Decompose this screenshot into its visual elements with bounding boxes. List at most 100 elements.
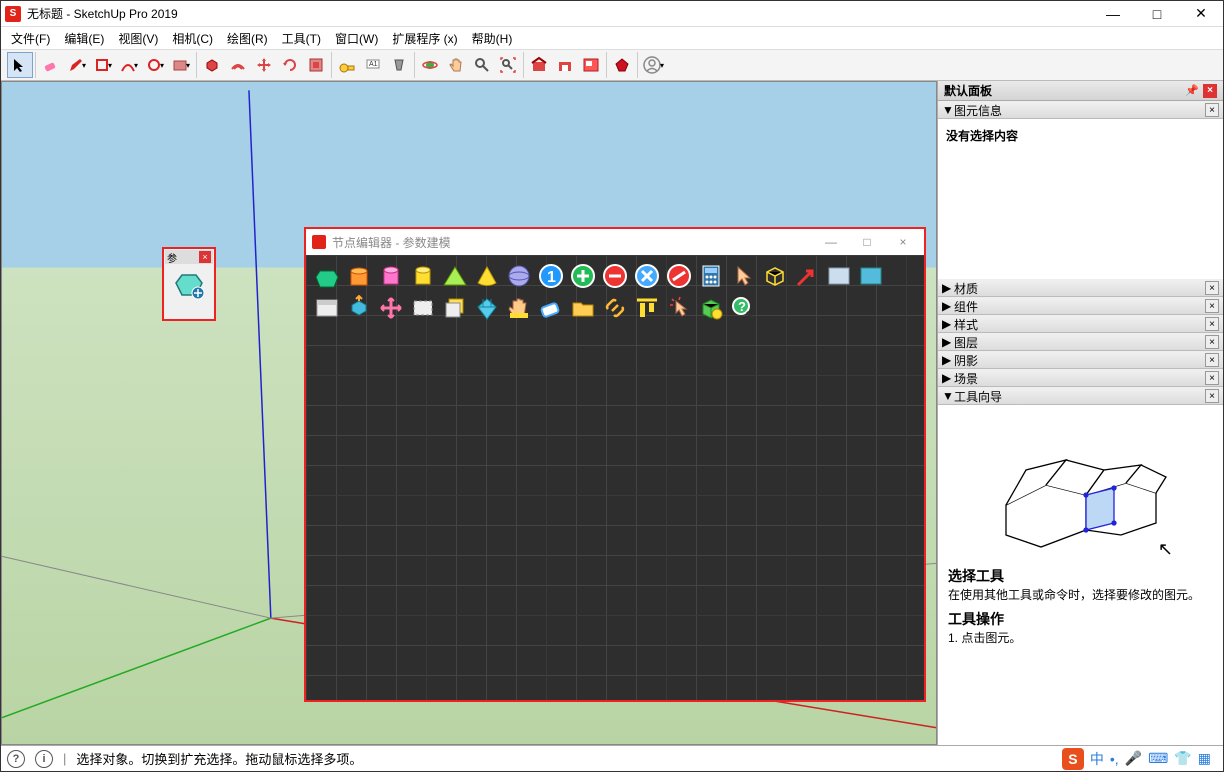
section-layers-header[interactable]: ▶图层× — [938, 333, 1223, 351]
node-multiply-icon[interactable] — [632, 261, 662, 291]
node-cylinder-pink-icon[interactable] — [376, 261, 406, 291]
eraser-tool-button[interactable] — [38, 52, 64, 78]
node-divide-icon[interactable] — [664, 261, 694, 291]
status-info-icon[interactable]: i — [35, 750, 53, 768]
node-wireframe-icon[interactable] — [760, 261, 790, 291]
pushpull-tool-button[interactable] — [199, 52, 225, 78]
section-components-header[interactable]: ▶组件× — [938, 297, 1223, 315]
menu-file[interactable]: 文件(F) — [5, 28, 56, 49]
ime-bar[interactable]: S 中 •, 🎤 ⌨ 👕 ▦ — [1056, 748, 1217, 770]
section-shadows-header[interactable]: ▶阴影× — [938, 351, 1223, 369]
ime-punct-icon[interactable]: •, — [1110, 751, 1119, 767]
node-pointer-icon[interactable] — [728, 261, 758, 291]
ruby-console-button[interactable] — [609, 52, 635, 78]
node-package-icon[interactable] — [696, 293, 726, 323]
status-help-icon[interactable]: ? — [7, 750, 25, 768]
node-panel-icon[interactable] — [312, 293, 342, 323]
node-editor-maximize-button[interactable]: □ — [852, 235, 882, 249]
section-entity-info-header[interactable]: ▼ 图元信息 × — [938, 101, 1223, 119]
node-pyramid-icon[interactable] — [440, 261, 470, 291]
node-extrude-icon[interactable] — [344, 293, 374, 323]
menu-draw[interactable]: 绘图(R) — [221, 28, 274, 49]
parametric-floating-toolbar[interactable]: 参 × — [162, 247, 216, 321]
node-sphere-icon[interactable] — [504, 261, 534, 291]
node-editor-minimize-button[interactable]: — — [816, 235, 846, 249]
node-cylinder-yellow-icon[interactable] — [408, 261, 438, 291]
section-close-icon[interactable]: × — [1205, 281, 1219, 295]
node-add-icon[interactable] — [568, 261, 598, 291]
node-arrow-out-icon[interactable] — [792, 261, 822, 291]
node-move-cross-icon[interactable] — [376, 293, 406, 323]
node-editor-close-button[interactable]: × — [888, 235, 918, 249]
zoom-tool-button[interactable] — [469, 52, 495, 78]
node-canvas-light-icon[interactable] — [824, 261, 854, 291]
section-styles-header[interactable]: ▶样式× — [938, 315, 1223, 333]
window-close-button[interactable]: ✕ — [1179, 1, 1223, 26]
node-selection-dashed-icon[interactable] — [408, 293, 438, 323]
node-click-icon[interactable] — [664, 293, 694, 323]
section-close-icon[interactable]: × — [1205, 389, 1219, 403]
float-toolbar-close-icon[interactable]: × — [199, 251, 211, 263]
section-close-icon[interactable]: × — [1205, 299, 1219, 313]
node-link-icon[interactable] — [600, 293, 630, 323]
move-tool-button[interactable] — [251, 52, 277, 78]
user-account-button[interactable]: ▾ — [640, 52, 666, 78]
window-minimize-button[interactable]: — — [1091, 1, 1135, 26]
layout-button[interactable] — [578, 52, 604, 78]
menu-tools[interactable]: 工具(T) — [276, 28, 327, 49]
node-hand-tool-icon[interactable] — [504, 293, 534, 323]
section-close-icon[interactable]: × — [1205, 371, 1219, 385]
select-tool-button[interactable] — [7, 52, 33, 78]
orbit-tool-button[interactable] — [417, 52, 443, 78]
section-instructor-header[interactable]: ▼工具向导× — [938, 387, 1223, 405]
node-editor-window[interactable]: 节点编辑器 - 参数建模 — □ × 1 — [304, 227, 926, 702]
node-eraser-icon[interactable] — [536, 293, 566, 323]
paint-bucket-tool-button[interactable] — [386, 52, 412, 78]
menu-edit[interactable]: 编辑(E) — [58, 28, 110, 49]
menu-extensions[interactable]: 扩展程序 (x) — [386, 28, 463, 49]
node-editor-canvas[interactable]: 1 — [306, 255, 924, 700]
section-materials-header[interactable]: ▶材质× — [938, 279, 1223, 297]
extension-warehouse-button[interactable] — [552, 52, 578, 78]
ime-lang-label[interactable]: 中 — [1090, 749, 1104, 769]
node-align-top-icon[interactable] — [632, 293, 662, 323]
circle-tool-button[interactable]: ▾ — [142, 52, 168, 78]
menu-view[interactable]: 视图(V) — [112, 28, 164, 49]
node-diamond-icon[interactable] — [472, 293, 502, 323]
section-scenes-header[interactable]: ▶场景× — [938, 369, 1223, 387]
node-help-search-icon[interactable]: ? — [728, 293, 758, 323]
section-close-icon[interactable]: × — [1205, 335, 1219, 349]
menu-camera[interactable]: 相机(C) — [166, 28, 219, 49]
node-calculator-icon[interactable] — [696, 261, 726, 291]
window-maximize-button[interactable]: □ — [1135, 1, 1179, 26]
node-layers-icon[interactable] — [440, 293, 470, 323]
node-folder-icon[interactable] — [568, 293, 598, 323]
polygon-tool-button[interactable]: ▾ — [168, 52, 194, 78]
tray-close-icon[interactable]: × — [1203, 84, 1217, 98]
shape-tool-button[interactable]: ▾ — [90, 52, 116, 78]
section-close-icon[interactable]: × — [1205, 317, 1219, 331]
scale-tool-button[interactable] — [303, 52, 329, 78]
tray-header[interactable]: 默认面板 📌 × — [938, 81, 1223, 101]
pencil-tool-button[interactable]: ▾ — [64, 52, 90, 78]
node-cone-icon[interactable] — [472, 261, 502, 291]
node-subtract-icon[interactable] — [600, 261, 630, 291]
node-canvas-blue-icon[interactable] — [856, 261, 886, 291]
ime-menu-icon[interactable]: ▦ — [1198, 750, 1211, 767]
tray-pin-icon[interactable]: 📌 — [1185, 84, 1199, 97]
text-tool-button[interactable]: A1 — [360, 52, 386, 78]
node-box-green-icon[interactable] — [312, 261, 342, 291]
section-close-icon[interactable]: × — [1205, 103, 1219, 117]
sogou-ime-icon[interactable]: S — [1062, 748, 1084, 770]
node-prism-orange-icon[interactable] — [344, 261, 374, 291]
tape-measure-tool-button[interactable] — [334, 52, 360, 78]
ime-keyboard-icon[interactable]: ⌨ — [1148, 750, 1168, 767]
menu-help[interactable]: 帮助(H) — [466, 28, 519, 49]
warehouse-button[interactable] — [526, 52, 552, 78]
parametric-modeling-icon[interactable] — [171, 266, 207, 302]
node-editor-titlebar[interactable]: 节点编辑器 - 参数建模 — □ × — [306, 229, 924, 255]
pan-tool-button[interactable] — [443, 52, 469, 78]
section-close-icon[interactable]: × — [1205, 353, 1219, 367]
offset-tool-button[interactable] — [225, 52, 251, 78]
ime-voice-icon[interactable]: 🎤 — [1125, 750, 1142, 767]
